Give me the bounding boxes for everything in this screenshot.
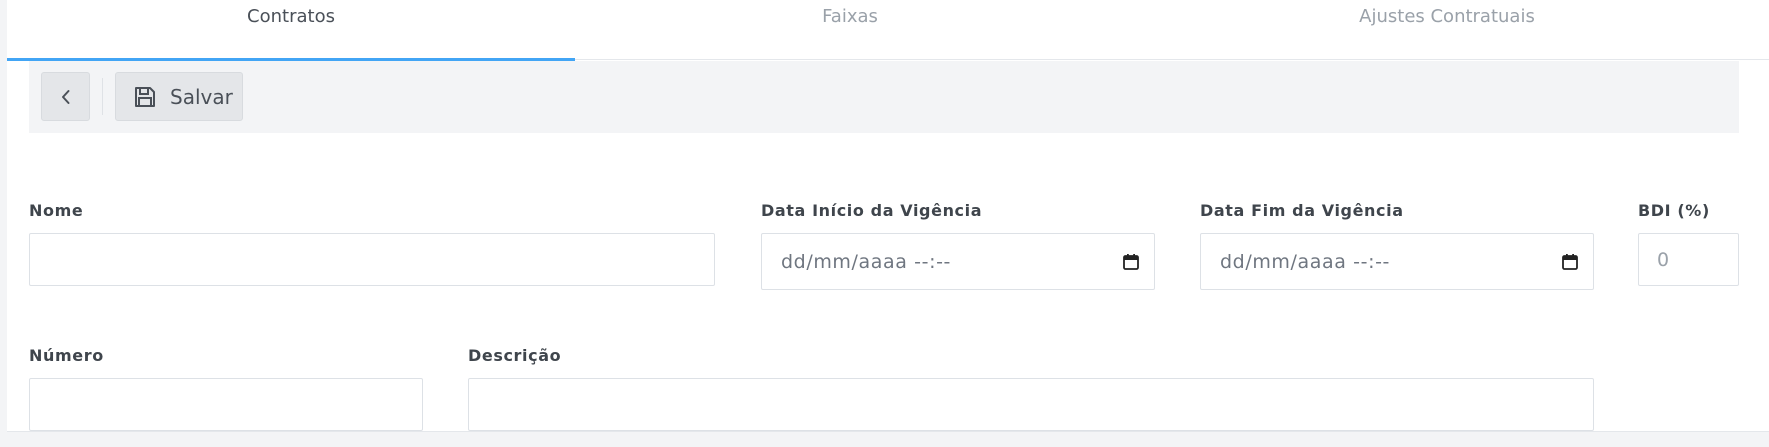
data-fim-label: Data Fim da Vigência [1200,201,1404,220]
nome-input[interactable] [29,233,715,286]
data-inicio-input[interactable]: dd/mm/aaaa --:-- [761,233,1155,290]
tab-contratos[interactable]: Contratos [7,0,575,61]
tab-faixas[interactable]: Faixas [575,0,1125,60]
numero-label: Número [29,346,104,365]
tab-ajustes-contratuais-label: Ajustes Contratuais [1359,6,1535,27]
toolbar: Salvar [29,61,1739,133]
data-fim-value: dd/mm/aaaa --:-- [1220,250,1390,273]
numero-input[interactable] [29,378,423,431]
descricao-label: Descrição [468,346,562,365]
nome-label: Nome [29,201,84,220]
tab-contratos-label: Contratos [247,6,335,27]
data-inicio-label: Data Início da Vigência [761,201,983,220]
back-button[interactable] [41,72,90,121]
floppy-disk-icon [135,86,155,107]
panel-bottom-border [7,431,1769,432]
data-fim-input[interactable]: dd/mm/aaaa --:-- [1200,233,1594,290]
tab-bar: Contratos Faixas Ajustes Contratuais [7,0,1769,61]
bdi-input[interactable]: 0 [1638,233,1739,286]
save-button-label: Salvar [170,84,233,109]
descricao-input[interactable] [468,378,1594,431]
tab-faixas-label: Faixas [822,6,878,27]
chevron-left-icon [61,89,69,104]
data-inicio-value: dd/mm/aaaa --:-- [781,250,951,273]
contract-form-panel: Contratos Faixas Ajustes Contratuais Sal… [7,0,1769,432]
save-button[interactable]: Salvar [115,72,243,121]
calendar-icon[interactable] [1561,253,1579,271]
bdi-label: BDI (%) [1638,201,1710,220]
calendar-icon[interactable] [1122,253,1140,271]
tab-ajustes-contratuais[interactable]: Ajustes Contratuais [1125,0,1769,60]
toolbar-divider [102,78,103,115]
